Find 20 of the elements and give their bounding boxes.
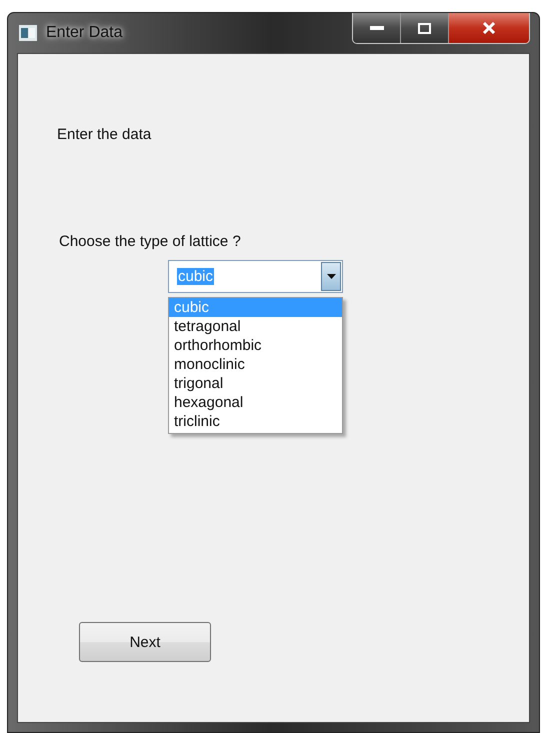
minimize-icon bbox=[370, 25, 384, 31]
window-icon bbox=[19, 25, 37, 41]
maximize-icon bbox=[418, 22, 431, 34]
prompt-label: Enter the data bbox=[57, 126, 152, 143]
dropdown-option[interactable]: tetragonal bbox=[169, 317, 342, 336]
dropdown-option[interactable]: monoclinic bbox=[169, 355, 342, 374]
question-label: Choose the type of lattice ? bbox=[59, 233, 242, 250]
dropdown-option[interactable]: hexagonal bbox=[169, 393, 342, 412]
minimize-button[interactable] bbox=[353, 13, 401, 43]
next-button[interactable]: Next bbox=[79, 622, 211, 662]
window-title: Enter Data bbox=[46, 24, 122, 42]
dropdown-option[interactable]: trigonal bbox=[169, 374, 342, 393]
dropdown-option[interactable]: orthorhombic bbox=[169, 336, 342, 355]
dropdown-value: cubic bbox=[177, 268, 214, 285]
dropdown-arrow-button[interactable] bbox=[321, 262, 341, 291]
dropdown-option[interactable]: triclinic bbox=[169, 412, 342, 431]
close-button[interactable] bbox=[449, 13, 529, 43]
caret-icon bbox=[326, 274, 336, 279]
close-icon bbox=[482, 22, 496, 34]
maximize-button[interactable] bbox=[401, 13, 449, 43]
